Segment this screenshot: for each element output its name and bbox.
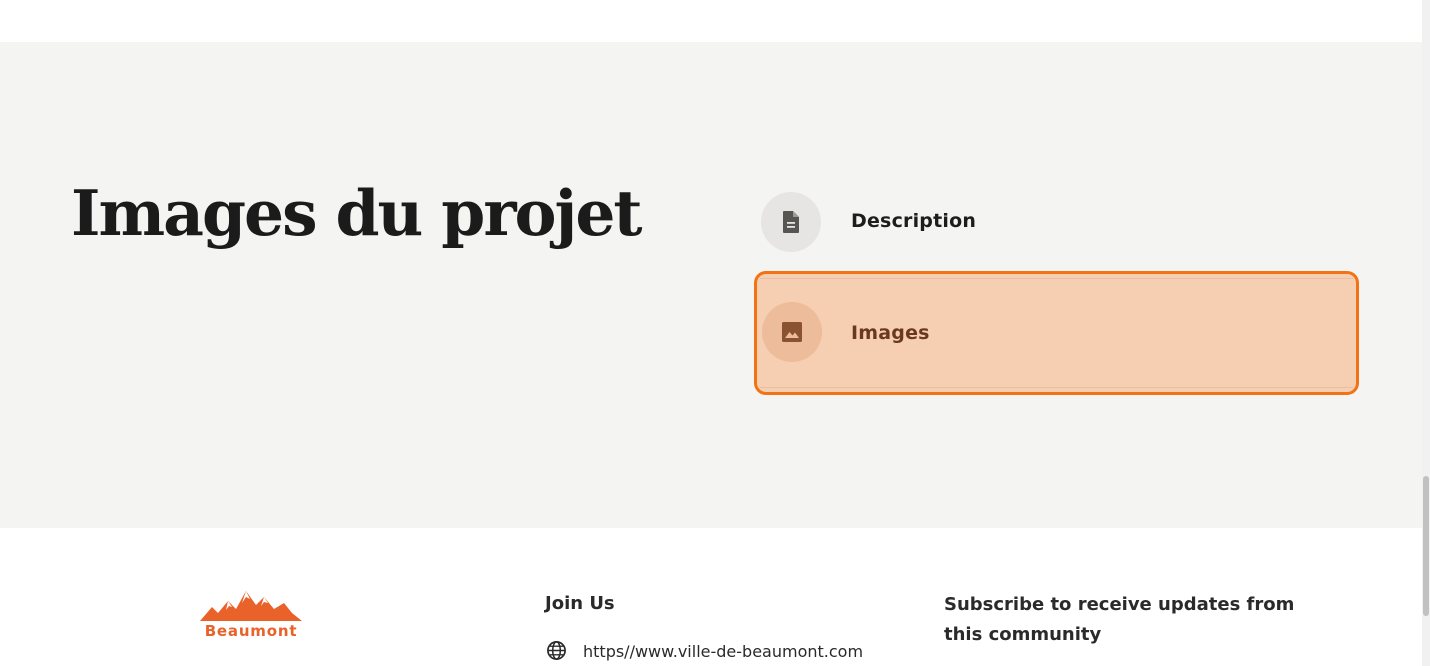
document-icon [761,192,821,252]
scrollbar[interactable] [1422,0,1430,666]
tab-description[interactable]: Description [758,190,1356,254]
image-icon [762,302,822,362]
divider [760,387,1353,388]
join-us-heading: Join Us [545,593,615,614]
tab-images[interactable]: Images [754,271,1359,395]
tab-description-label: Description [851,210,977,232]
subscribe-heading: Subscribe to receive updates from this c… [944,594,1295,645]
divider [760,278,1353,279]
scrollbar-thumb[interactable] [1423,476,1429,616]
page-title: Images du projet [71,176,643,250]
website-link[interactable]: https//www.ville-de-beaumont.com [583,642,863,661]
page-top-strip [0,0,1422,42]
logo-text: Beaumont [204,622,298,640]
globe-icon [547,641,566,660]
tab-images-label: Images [851,322,930,344]
